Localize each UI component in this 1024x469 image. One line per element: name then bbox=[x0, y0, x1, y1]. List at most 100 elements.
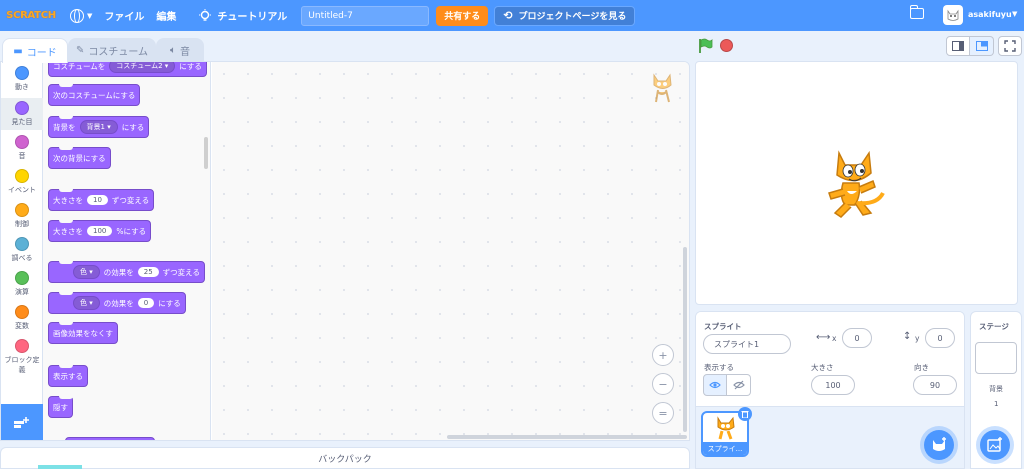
script-workspace[interactable]: + − = bbox=[212, 62, 689, 440]
username[interactable]: asakifuyu bbox=[968, 10, 1012, 19]
block-next-backdrop[interactable]: 次の背景にする bbox=[48, 147, 111, 169]
effect-set-input[interactable]: 0 bbox=[137, 298, 155, 308]
stage-canvas[interactable] bbox=[695, 61, 1018, 305]
zoom-reset-button[interactable]: = bbox=[652, 402, 674, 424]
size-input[interactable]: 100 bbox=[811, 375, 855, 395]
block-notch bbox=[59, 396, 73, 399]
add-sprite-button[interactable] bbox=[924, 430, 954, 460]
large-stage-button[interactable] bbox=[970, 36, 994, 56]
add-extension-button[interactable] bbox=[1, 404, 43, 440]
sprite-info: スプライト スプライト1 ⟷ x 0 ↕ y 0 表示する 大きさ 100 向き… bbox=[696, 312, 964, 407]
direction-input[interactable]: 90 bbox=[913, 375, 957, 395]
x-position-input[interactable]: 0 bbox=[842, 328, 872, 348]
block-hide[interactable]: 隠す bbox=[48, 396, 73, 418]
delete-sprite-button[interactable] bbox=[738, 407, 752, 421]
category-label: イベント bbox=[8, 186, 36, 194]
add-backdrop-button[interactable] bbox=[980, 430, 1010, 460]
workspace-horizontal-scrollbar[interactable] bbox=[447, 435, 687, 439]
tab-costumes[interactable]: ✎ コスチューム bbox=[68, 38, 156, 62]
y-position-input[interactable]: 0 bbox=[925, 328, 955, 348]
show-sprite-button[interactable] bbox=[703, 374, 727, 396]
category-control[interactable]: 制御 bbox=[1, 203, 43, 233]
cat-sprite[interactable] bbox=[821, 147, 891, 221]
category-label: ブロック定義 bbox=[4, 356, 40, 374]
block-set-size[interactable]: 大きさを 100 %にする bbox=[48, 220, 152, 242]
menu-bar: SCRATCH ▼ ファイル 編集 チュートリアル Untitled-7 共有す… bbox=[0, 0, 1024, 31]
category-sound[interactable]: 音 bbox=[1, 135, 43, 165]
block-text: 隠す bbox=[53, 402, 68, 412]
backpack-header[interactable]: バックパック bbox=[0, 447, 690, 469]
zoom-reset-icon: = bbox=[658, 406, 668, 420]
category-sensing[interactable]: 調べる bbox=[1, 237, 43, 267]
stage-selector-pane[interactable]: ステージ 背景 1 bbox=[970, 311, 1022, 469]
sync-icon: ⟲ bbox=[503, 9, 513, 22]
category-looks[interactable]: 見た目 bbox=[1, 98, 43, 130]
see-project-page-label: プロジェクトページを見る bbox=[518, 12, 627, 22]
small-stage-button[interactable] bbox=[946, 36, 970, 56]
tutorials-button[interactable]: チュートリアル bbox=[192, 0, 293, 31]
block-show[interactable]: 表示する bbox=[48, 365, 88, 387]
block-switch-backdrop[interactable]: 背景を 背景1 ▾ にする bbox=[48, 116, 150, 138]
block-change-effect[interactable]: 色 ▾ の効果を 25 ずつ変える bbox=[48, 261, 205, 283]
fullscreen-button[interactable] bbox=[998, 36, 1022, 56]
size-set-input[interactable]: 100 bbox=[87, 226, 113, 236]
cat-thumbnail-icon bbox=[717, 416, 735, 440]
language-menu[interactable]: ▼ bbox=[64, 0, 98, 31]
category-events[interactable]: イベント bbox=[1, 169, 43, 199]
zoom-in-button[interactable]: + bbox=[652, 344, 674, 366]
zoom-out-icon: − bbox=[658, 377, 668, 391]
visibility-toggle bbox=[703, 374, 751, 396]
block-text: にする bbox=[158, 298, 181, 308]
project-title-input[interactable]: Untitled-7 bbox=[301, 5, 430, 26]
code-blocks-icon: ▬ bbox=[13, 45, 23, 57]
costume-dropdown[interactable]: コスチューム2 ▾ bbox=[109, 62, 176, 73]
green-flag-icon[interactable] bbox=[698, 38, 714, 54]
cat-avatar-icon bbox=[947, 9, 959, 21]
file-menu[interactable]: ファイル bbox=[98, 0, 150, 31]
category-operators[interactable]: 演算 bbox=[1, 271, 43, 301]
block-notch bbox=[59, 292, 73, 295]
zoom-in-icon: + bbox=[658, 348, 668, 362]
sprite-name-input[interactable]: スプライト1 bbox=[703, 334, 791, 354]
size-change-input[interactable]: 10 bbox=[87, 195, 108, 205]
effect-change-input[interactable]: 25 bbox=[137, 267, 159, 277]
eye-slash-icon bbox=[732, 380, 745, 390]
direction-label: 向き bbox=[914, 363, 929, 372]
block-set-effect[interactable]: 色 ▾ の効果を 0 にする bbox=[48, 292, 186, 314]
block-next-costume[interactable]: 次のコスチュームにする bbox=[48, 84, 141, 106]
category-motion[interactable]: 動き bbox=[1, 66, 43, 96]
share-button[interactable]: 共有する bbox=[436, 5, 489, 26]
zoom-out-button[interactable]: − bbox=[652, 373, 674, 395]
block-text: ずつ変える bbox=[162, 267, 200, 277]
chevron-down-icon[interactable]: ▼ bbox=[1012, 10, 1017, 18]
block-clear-effects[interactable]: 画像効果をなくす bbox=[48, 322, 118, 344]
hide-sprite-button[interactable] bbox=[727, 374, 751, 396]
add-sprite-cat-icon bbox=[933, 437, 946, 451]
category-my-blocks[interactable]: ブロック定義 bbox=[1, 339, 43, 379]
block-change-size[interactable]: 大きさを 10 ずつ変える bbox=[48, 189, 155, 211]
backdrop-dropdown[interactable]: 背景1 ▾ bbox=[79, 120, 118, 134]
effect-dropdown[interactable]: 色 ▾ bbox=[73, 265, 100, 279]
palette-scrollbar[interactable] bbox=[204, 137, 208, 169]
category-variables[interactable]: 変数 bbox=[1, 305, 43, 335]
block-switch-costume[interactable]: コスチュームを コスチューム2 ▾ にする bbox=[48, 62, 207, 77]
stage-thumbnail[interactable] bbox=[975, 342, 1017, 374]
category-label: 演算 bbox=[15, 288, 29, 296]
tab-sounds-label: 音 bbox=[180, 47, 190, 58]
effect-dropdown[interactable]: 色 ▾ bbox=[73, 296, 100, 310]
stop-icon[interactable] bbox=[720, 39, 733, 52]
stage-size-controls bbox=[946, 36, 1022, 56]
block-text: ずつ変える bbox=[111, 195, 150, 205]
scratch-logo[interactable]: SCRATCH bbox=[6, 7, 56, 25]
workspace-vertical-scrollbar[interactable] bbox=[683, 247, 687, 432]
code-area: 動き 見た目 音 イベント 制御 調べる 演算 変数 ブロック定義 コスチューム… bbox=[0, 61, 690, 441]
user-avatar[interactable] bbox=[943, 5, 963, 25]
see-project-page-button[interactable]: ⟲ プロジェクトページを見る bbox=[494, 5, 636, 26]
tab-code[interactable]: ▬ コード bbox=[2, 38, 68, 63]
my-stuff-folder-icon[interactable] bbox=[910, 5, 924, 19]
category-label: 変数 bbox=[15, 322, 29, 330]
edit-menu[interactable]: 編集 bbox=[150, 0, 182, 31]
tab-sounds[interactable]: 🔈︎ 音 bbox=[156, 38, 204, 62]
block-partial[interactable] bbox=[65, 437, 155, 440]
backdrops-label: 背景 bbox=[989, 385, 1003, 393]
